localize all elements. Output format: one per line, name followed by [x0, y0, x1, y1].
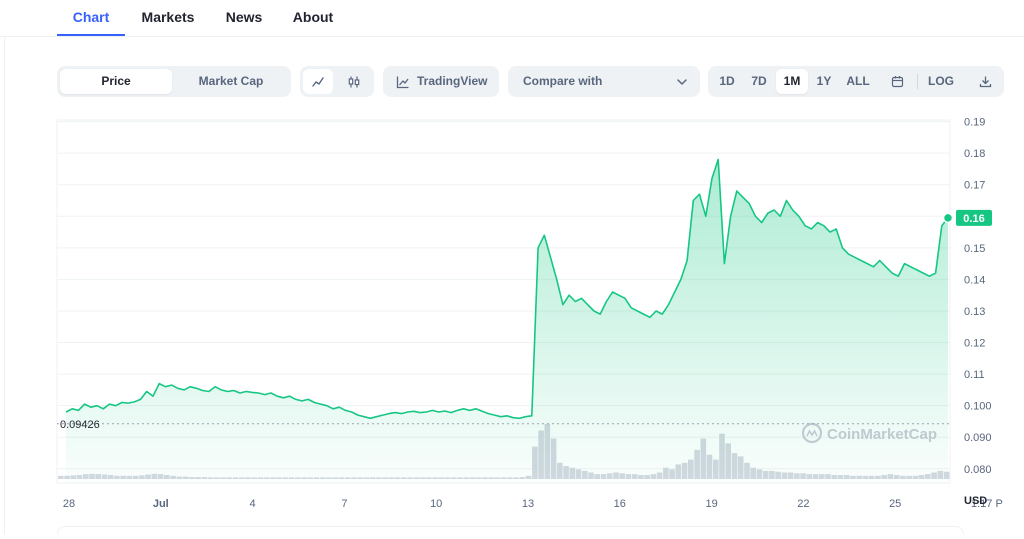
y-tick-label: 0.14 [964, 274, 985, 286]
currency-label: USD [964, 495, 987, 507]
open-price-label: 0.09426 [60, 419, 100, 431]
x-tick-label: 28 [63, 498, 75, 510]
x-tick-label: Jul [153, 498, 169, 510]
time-range-selector: 1D 7D 1M 1Y ALL LOG [708, 66, 1004, 97]
download-icon [979, 76, 991, 88]
chart-type-toggle [300, 66, 374, 97]
y-tick-label: 0.17 [964, 180, 985, 192]
y-tick-label: 0.11 [964, 369, 985, 381]
tab-bar: Chart Markets News About [0, 0, 1024, 37]
calendar-button[interactable] [882, 69, 912, 94]
download-button[interactable] [970, 69, 1000, 94]
log-scale-button[interactable]: LOG [922, 69, 960, 94]
candlestick-icon [348, 76, 360, 87]
x-tick-label: 22 [797, 498, 809, 510]
price-chart-svg[interactable]: 0.09426 0.19 0.18 0.17 0.16 0.15 0.14 0.13 0.12… [0, 110, 1024, 534]
x-tick-label: 4 [250, 498, 256, 510]
y-tick-label: 0.13 [964, 306, 985, 318]
chevron-down-icon [677, 79, 687, 85]
x-tick-label: 19 [705, 498, 717, 510]
candlestick-button[interactable] [339, 69, 369, 94]
y-tick-label: 0.19 [964, 117, 985, 129]
range-1m-button[interactable]: 1M [776, 69, 808, 94]
compare-with-dropdown[interactable]: Compare with [508, 66, 700, 97]
y-tick-label: 0.12 [964, 338, 985, 350]
x-tick-label: 16 [614, 498, 626, 510]
tradingview-button[interactable]: TradingView [383, 66, 499, 97]
price-button[interactable]: Price [60, 69, 172, 94]
tab-about[interactable]: About [282, 0, 344, 34]
tradingview-label: TradingView [417, 74, 488, 88]
y-tick-label: 0.18 [964, 148, 985, 160]
line-chart-icon [312, 76, 324, 87]
compare-with-label: Compare with [523, 74, 603, 88]
range-7d-button[interactable]: 7D [743, 69, 775, 94]
y-tick-label: 0.080 [964, 464, 992, 476]
market-cap-button[interactable]: Market Cap [174, 69, 288, 94]
range-1y-button[interactable]: 1Y [809, 69, 839, 94]
tab-news[interactable]: News [214, 0, 274, 34]
x-tick-label: 10 [430, 498, 442, 510]
current-price-label: 0.16 [963, 213, 984, 225]
calendar-icon [891, 76, 903, 88]
price-marketcap-toggle: Price Market Cap [57, 66, 291, 97]
x-tick-label: 7 [341, 498, 347, 510]
range-1d-button[interactable]: 1D [712, 69, 742, 94]
price-chart[interactable]: 0.09426 0.19 0.18 0.17 0.16 0.15 0.14 0.13 0.12… [0, 110, 1024, 534]
x-tick-label: 25 [889, 498, 901, 510]
y-tick-label: 0.100 [964, 401, 992, 413]
line-chart-button[interactable] [303, 69, 333, 94]
x-tick-label: 13 [522, 498, 534, 510]
tab-chart[interactable]: Chart [57, 0, 125, 36]
current-price-dot [942, 212, 954, 224]
y-tick-label: 0.15 [964, 243, 985, 255]
volume-bar [58, 475, 64, 479]
watermark-text: CoinMarketCap [827, 426, 937, 443]
range-divider [917, 74, 918, 89]
tab-markets[interactable]: Markets [128, 0, 208, 34]
y-tick-label: 0.090 [964, 432, 992, 444]
tradingview-icon [396, 76, 409, 89]
range-all-button[interactable]: ALL [840, 69, 876, 94]
